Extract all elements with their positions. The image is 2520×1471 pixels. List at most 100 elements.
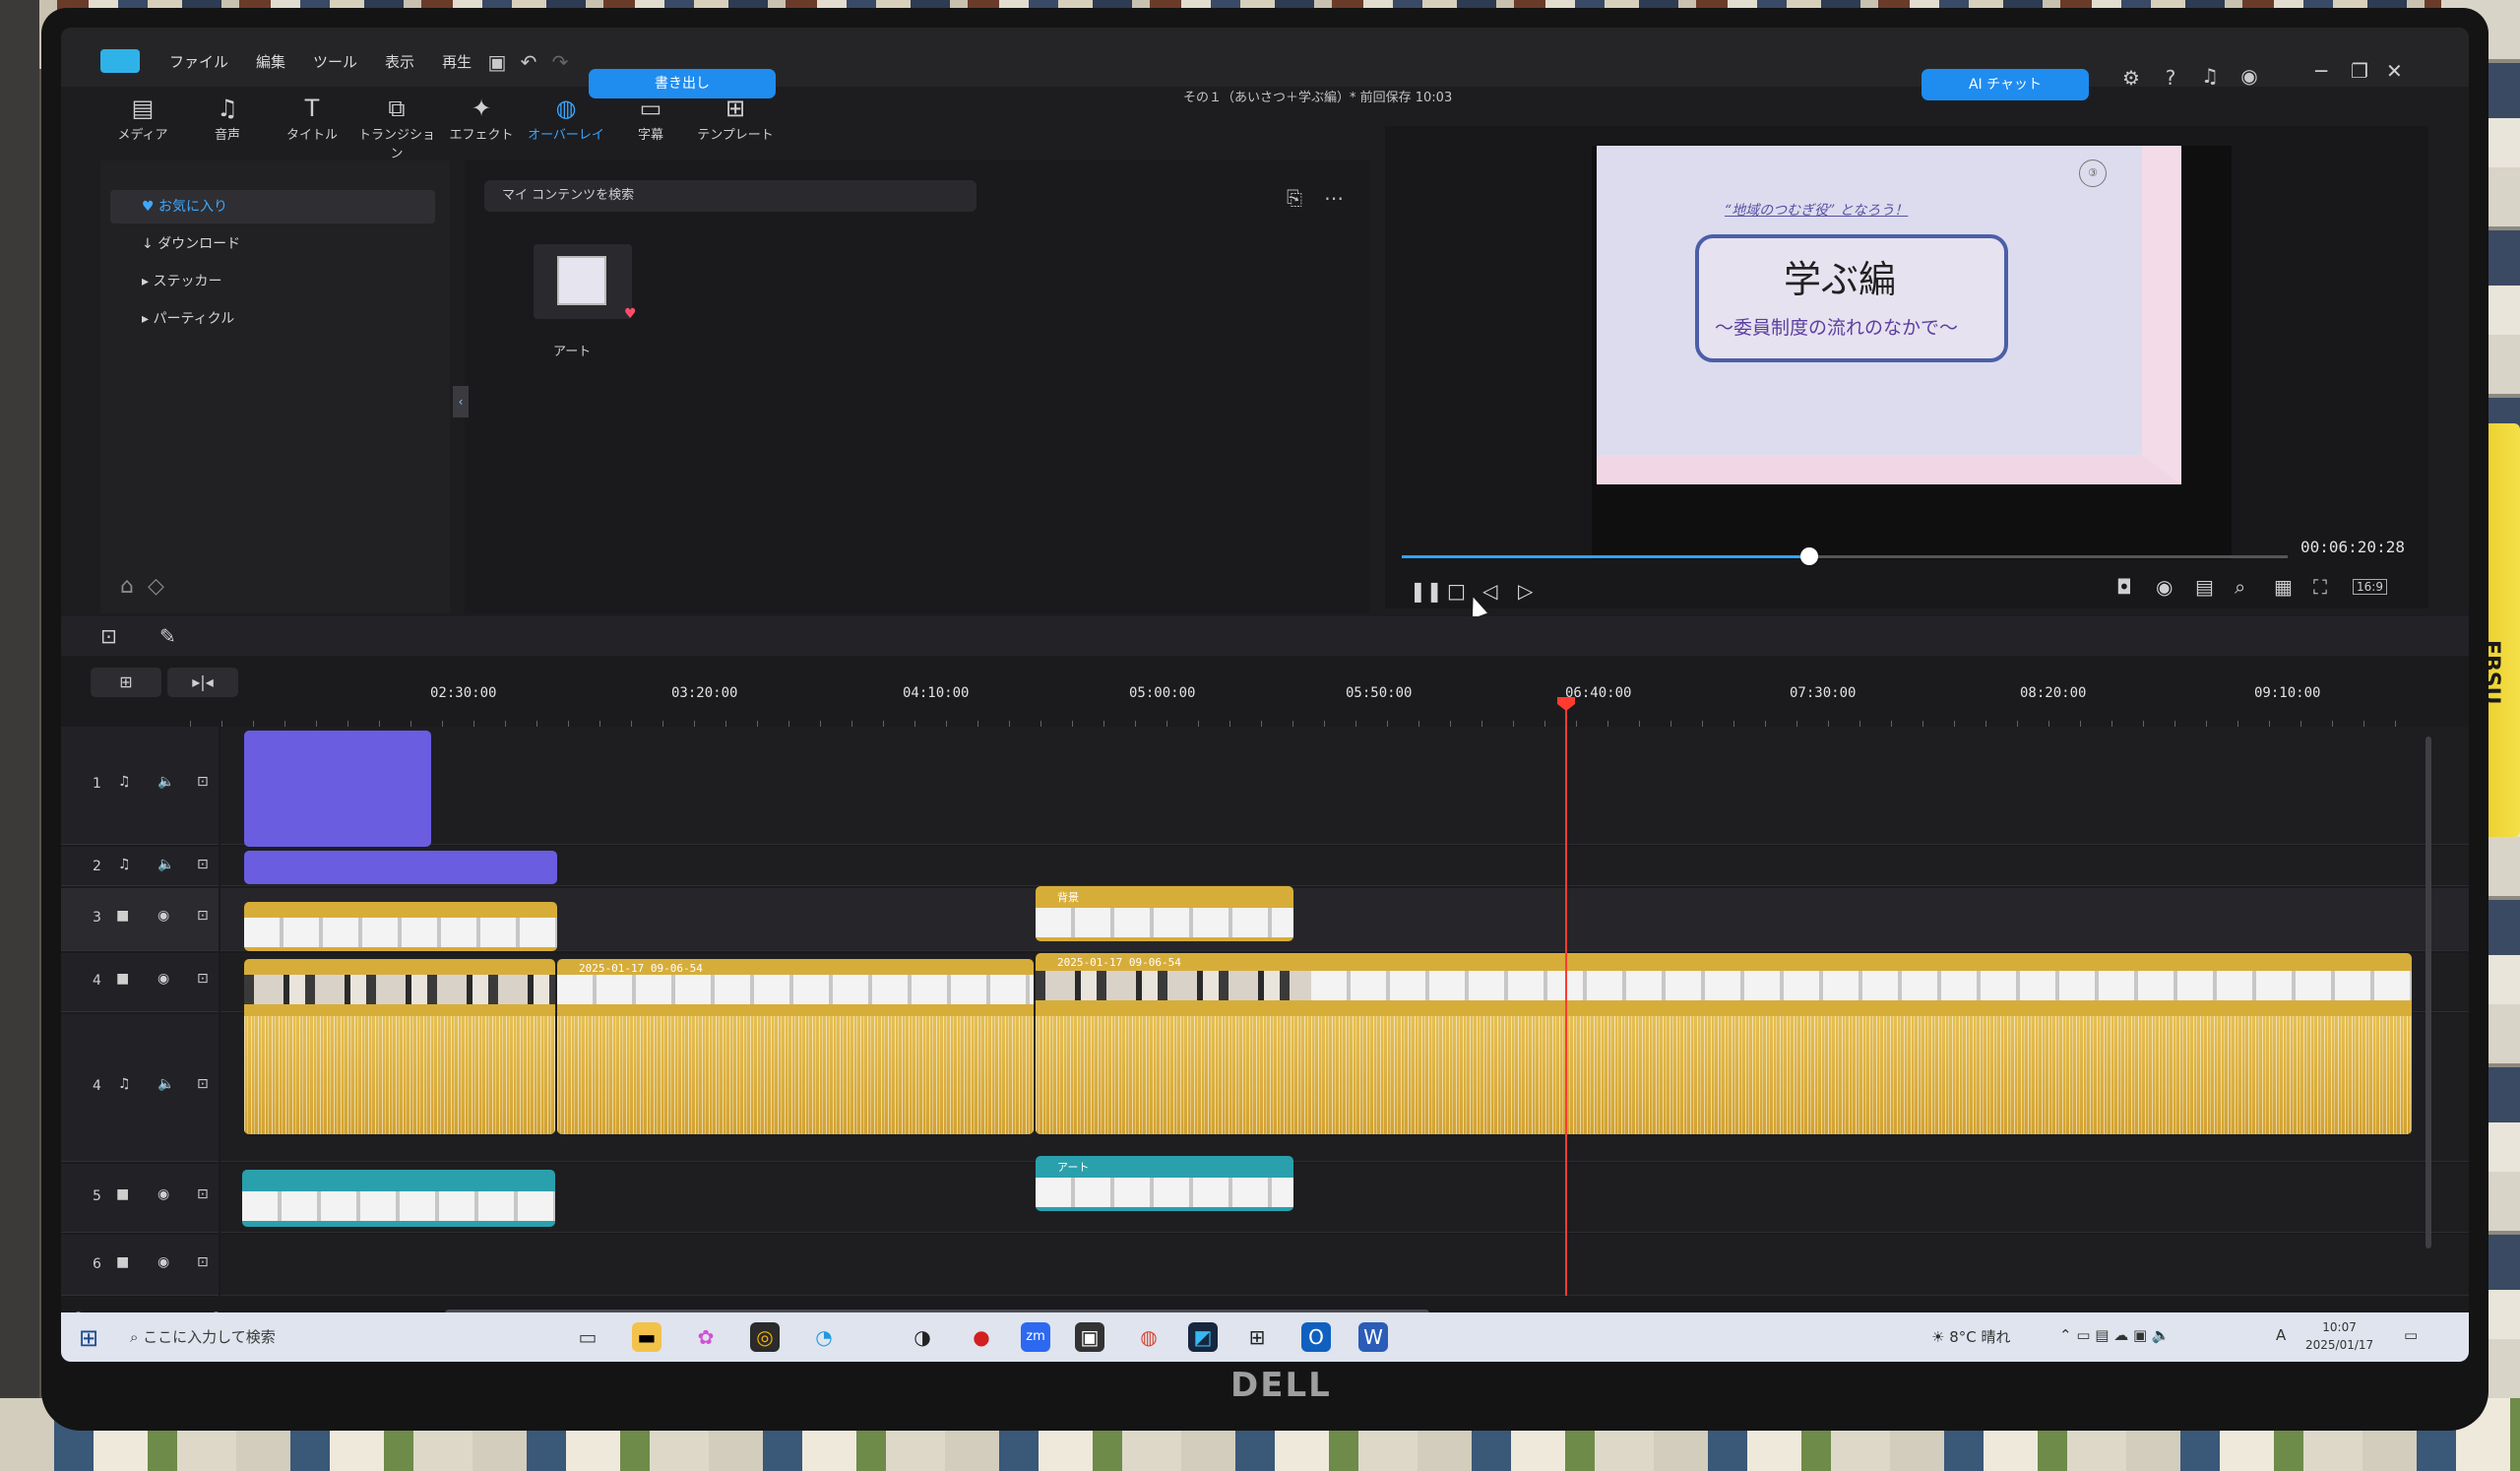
tab-transition[interactable]: ⧉ トランジション	[354, 93, 439, 161]
library-item-thumbnail[interactable]	[534, 244, 632, 319]
video-clip[interactable]	[244, 902, 557, 951]
clip-filmstrip	[1036, 1178, 1293, 1207]
sidebar-item-stickers[interactable]: ▸ ステッカー	[100, 265, 425, 298]
menu-edit[interactable]: 編集	[256, 51, 285, 72]
lock-icon[interactable]: ⊡	[197, 774, 209, 790]
track-number: 4	[93, 1078, 101, 1094]
tray-icons[interactable]: ⌃ ▭ ▤ ☁ ▣ 🔈	[2059, 1326, 2171, 1344]
lock-icon[interactable]: ⊡	[197, 971, 209, 987]
undo-icon[interactable]: ↶	[516, 49, 541, 75]
app-icon[interactable]: ◑	[908, 1322, 937, 1352]
volume-icon[interactable]: 🔈	[158, 857, 174, 872]
volume-icon[interactable]: 🔈	[158, 1076, 174, 1092]
select-tool-icon[interactable]: ⊡	[100, 624, 117, 648]
audio-clip[interactable]	[244, 731, 431, 847]
task-view-icon[interactable]: ▭	[573, 1322, 602, 1352]
split-button[interactable]: ▸|◂	[167, 668, 238, 697]
minimize-icon[interactable]: ─	[2315, 59, 2327, 83]
record-icon[interactable]: ◉	[2156, 575, 2173, 599]
app-icon[interactable]: ◎	[750, 1322, 780, 1352]
tab-audio[interactable]: ♫ 音声	[185, 93, 270, 156]
next-frame-icon[interactable]: ▷	[1518, 579, 1533, 603]
notification-icon[interactable]: ▭	[2404, 1326, 2418, 1344]
edge-browser-icon[interactable]: ◔	[809, 1322, 839, 1352]
zoom-app-icon[interactable]: zm	[1021, 1322, 1050, 1352]
sidebar-item-download[interactable]: ↓ ダウンロード	[100, 227, 425, 261]
stop-icon[interactable]: □	[1447, 579, 1466, 603]
restore-icon[interactable]: ❐	[2351, 59, 2368, 83]
menu-view[interactable]: 表示	[385, 51, 414, 72]
lock-icon[interactable]: ⊡	[197, 1076, 209, 1092]
video-clip[interactable]: 2025-01-17 09-06-54	[1036, 953, 2412, 1134]
snapshot-icon[interactable]: ◘	[2116, 575, 2132, 599]
taskbar-search[interactable]: ⌕ ここに入力して検索	[130, 1320, 543, 1354]
windows-start-icon[interactable]: ⊞	[79, 1324, 98, 1352]
ai-chat-button[interactable]: AI チャット	[1922, 69, 2089, 100]
tab-overlay[interactable]: ◍ オーバーレイ	[524, 93, 608, 156]
record-app-icon[interactable]: ●	[967, 1322, 996, 1352]
preview-scrubber-knob[interactable]	[1800, 547, 1818, 565]
lock-icon[interactable]: ⊡	[197, 908, 209, 924]
collapse-panel-button[interactable]: ‹	[453, 386, 469, 417]
previous-frame-icon[interactable]: ◁	[1482, 579, 1497, 603]
ime-indicator[interactable]: A	[2276, 1326, 2286, 1344]
tag-icon[interactable]: ⌂ ◇	[120, 574, 164, 599]
account-icon[interactable]: ◉	[2236, 63, 2262, 89]
library-search-input[interactable]: マイ コンテンツを検索	[484, 180, 976, 212]
redo-icon[interactable]: ↷	[547, 49, 573, 75]
bell-icon[interactable]: ♫	[2197, 63, 2223, 89]
help-icon[interactable]: ?	[2158, 65, 2183, 91]
taskbar-clock[interactable]: 10:07 2025/01/17	[2305, 1318, 2373, 1354]
pause-icon[interactable]: ❚❚	[1410, 579, 1443, 603]
outlook-icon[interactable]: O	[1301, 1322, 1331, 1352]
zoom-preview-icon[interactable]: ⌕	[2235, 575, 2245, 599]
favorite-heart-icon[interactable]: ♥	[624, 306, 637, 322]
sidebar-item-favorites[interactable]: ♥ お気に入り	[110, 190, 435, 224]
visibility-eye-icon[interactable]: ◉	[158, 908, 169, 924]
tab-subtitle[interactable]: ▭ 字幕	[608, 93, 693, 156]
add-track-button[interactable]: ⊞	[91, 668, 161, 697]
overlay-clip[interactable]	[242, 1170, 555, 1227]
more-icon[interactable]: ⋯	[1321, 185, 1347, 211]
close-icon[interactable]: ✕	[2386, 59, 2403, 83]
settings-icon[interactable]: ⚙	[2118, 65, 2144, 91]
subtitle-toggle-icon[interactable]: ▤	[2195, 575, 2214, 599]
audio-clip[interactable]	[244, 851, 557, 884]
visibility-eye-icon[interactable]: ◉	[158, 971, 169, 987]
tab-media[interactable]: ▤ メディア	[100, 93, 185, 156]
tab-effect[interactable]: ✦ エフェクト	[439, 93, 524, 156]
visibility-eye-icon[interactable]: ◉	[158, 1186, 169, 1202]
sidebar-item-particles[interactable]: ▸ パーティクル	[100, 302, 425, 336]
lock-icon[interactable]: ⊡	[197, 1186, 209, 1202]
video-clip[interactable]	[244, 959, 555, 1134]
tab-template[interactable]: ⊞ テンプレート	[693, 93, 778, 156]
timeline-vertical-scrollbar[interactable]	[2426, 736, 2431, 1248]
weather-widget[interactable]: ☀ 8°C 晴れ	[1931, 1326, 2011, 1347]
chrome-icon[interactable]: ◍	[1134, 1322, 1164, 1352]
safe-area-icon[interactable]: ▦	[2274, 575, 2293, 599]
overlay-clip-background[interactable]: 背景	[1036, 886, 1293, 941]
lock-icon[interactable]: ⊡	[197, 1254, 209, 1270]
pen-tool-icon[interactable]: ✎	[159, 624, 176, 648]
app-grid-icon[interactable]: ⊞	[1242, 1322, 1272, 1352]
timeline-playhead[interactable]	[1565, 705, 1567, 1296]
copilot-icon[interactable]: ✿	[691, 1322, 721, 1352]
lock-icon[interactable]: ⊡	[197, 857, 209, 872]
aspect-ratio-icon[interactable]: 16:9	[2353, 579, 2387, 595]
app-icon[interactable]: ▣	[1075, 1322, 1104, 1352]
save-icon[interactable]: ▣	[484, 49, 510, 75]
visibility-eye-icon[interactable]: ◉	[158, 1254, 169, 1270]
menu-tools[interactable]: ツール	[313, 51, 357, 72]
fullscreen-icon[interactable]: ⛶	[2313, 575, 2327, 599]
tab-title[interactable]: T タイトル	[270, 93, 354, 156]
word-icon[interactable]: W	[1358, 1322, 1388, 1352]
menu-playback[interactable]: 再生	[442, 51, 472, 72]
file-explorer-icon[interactable]: ▬	[632, 1322, 662, 1352]
overlay-clip-art[interactable]: アート	[1036, 1156, 1293, 1211]
video-editor-icon[interactable]: ◩	[1188, 1322, 1218, 1352]
import-icon[interactable]: ⎘	[1282, 185, 1307, 211]
ruler-label: 04:10:00	[903, 685, 970, 701]
video-clip[interactable]: 2025-01-17 09-06-54	[557, 959, 1034, 1134]
menu-file[interactable]: ファイル	[169, 51, 228, 72]
volume-icon[interactable]: 🔈	[158, 774, 174, 790]
